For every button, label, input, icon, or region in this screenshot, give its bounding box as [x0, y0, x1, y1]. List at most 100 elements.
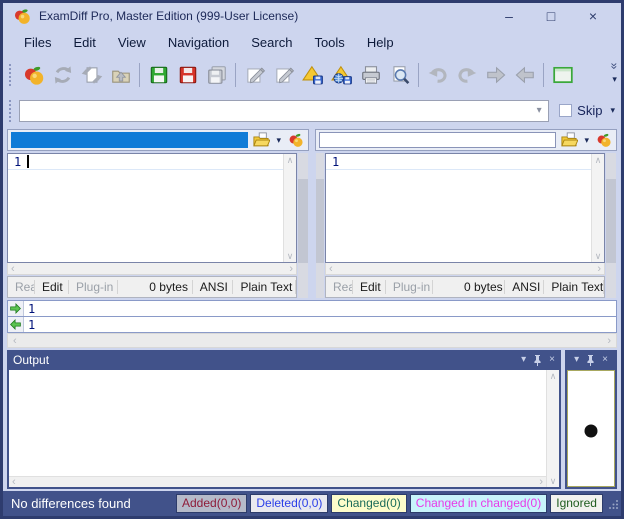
right-editor-vscrollbar[interactable]: ∧ ∨	[591, 154, 604, 262]
toolbar-overflow-button[interactable]: » ▾	[612, 60, 617, 84]
save-differences-button[interactable]	[298, 61, 327, 89]
scroll-left-icon[interactable]: ‹	[11, 264, 15, 274]
left-file-size: 0 bytes	[142, 280, 193, 294]
second-file-line-text[interactable]: 1	[24, 318, 616, 332]
scroll-down-icon[interactable]: ∨	[287, 250, 294, 262]
menu-navigation[interactable]: Navigation	[157, 31, 240, 54]
scroll-up-icon[interactable]: ∧	[595, 154, 602, 166]
pin-icon[interactable]	[586, 355, 595, 366]
right-compare-button[interactable]	[595, 132, 613, 148]
copy-to-left-button[interactable]	[8, 317, 24, 332]
scroll-down-icon[interactable]: ∨	[595, 250, 602, 262]
menu-edit[interactable]: Edit	[62, 31, 106, 54]
panel-menu-icon[interactable]: ▾	[574, 355, 579, 365]
panel-menu-icon[interactable]: ▾	[521, 355, 526, 365]
edit-second-button[interactable]	[269, 61, 298, 89]
menu-files[interactable]: Files	[13, 31, 62, 54]
open-folder-up-icon	[110, 64, 132, 86]
right-format: Plain Text	[544, 280, 604, 294]
output-hscrollbar[interactable]: ‹ ›	[9, 476, 546, 487]
left-editor[interactable]: 1 ∧ ∨	[7, 153, 297, 263]
right-editor-hscrollbar[interactable]: ‹ ›	[325, 263, 605, 275]
swap-recompare-icon	[81, 64, 103, 86]
left-browse-dropdown-icon[interactable]: ▾	[274, 135, 283, 146]
panel-close-icon[interactable]: ×	[549, 355, 555, 365]
left-editor-vscrollbar[interactable]: ∧ ∨	[283, 154, 296, 262]
right-browse-button[interactable]	[560, 132, 578, 148]
diff-area: ▾ 1 ∧ ∨	[3, 127, 621, 298]
filter-toolbar-grip[interactable]	[9, 100, 13, 122]
close-icon[interactable]: ×	[585, 8, 601, 24]
edit-first-button[interactable]	[240, 61, 269, 89]
scroll-left-icon[interactable]: ‹	[12, 477, 16, 487]
swap-recompare-button[interactable]	[77, 61, 106, 89]
left-editor-hscrollbar[interactable]: ‹ ›	[7, 263, 297, 275]
scroll-left-icon[interactable]: ‹	[13, 336, 17, 346]
compare-button[interactable]	[19, 61, 48, 89]
scroll-right-icon[interactable]: ›	[289, 264, 293, 274]
panel-close-icon[interactable]: ×	[602, 355, 608, 365]
badge-changed-in-changed[interactable]: Changed in changed(0)	[410, 494, 547, 513]
show-panels-button[interactable]	[548, 61, 577, 89]
save-second-button[interactable]	[173, 61, 202, 89]
line-inspector-hscrollbar[interactable]: ‹ ›	[7, 333, 617, 348]
redo-button[interactable]	[452, 61, 481, 89]
badge-changed[interactable]: Changed(0)	[331, 494, 406, 513]
right-plugin-toggle[interactable]: Plug-in	[386, 280, 433, 294]
previous-difference-button[interactable]	[510, 61, 539, 89]
filter-toolbar: ▾ Skip ▾	[3, 94, 621, 127]
menu-tools[interactable]: Tools	[303, 31, 355, 54]
toolbar-grip[interactable]	[9, 64, 13, 86]
undo-button[interactable]	[423, 61, 452, 89]
maximize-icon[interactable]: □	[543, 8, 559, 24]
left-diff-map[interactable]	[298, 153, 308, 298]
open-files-button[interactable]	[106, 61, 135, 89]
left-path-field[interactable]	[11, 132, 248, 148]
save-differences-html-button[interactable]	[327, 61, 356, 89]
save-both-button[interactable]	[202, 61, 231, 89]
left-line-number: 1	[14, 155, 21, 169]
scroll-right-icon[interactable]: ›	[539, 477, 543, 487]
badge-added[interactable]: Added(0,0)	[176, 494, 247, 513]
right-edit-toggle[interactable]: Edit	[353, 280, 386, 294]
badge-deleted[interactable]: Deleted(0,0)	[250, 494, 328, 513]
minimize-icon[interactable]: –	[501, 8, 517, 24]
skip-dropdown-icon[interactable]: ▾	[608, 105, 621, 116]
right-browse-dropdown-icon[interactable]: ▾	[582, 135, 591, 146]
scroll-up-icon[interactable]: ∧	[550, 370, 557, 382]
right-editor[interactable]: 1 ∧ ∨	[325, 153, 605, 263]
refresh-button[interactable]	[48, 61, 77, 89]
filter-combobox[interactable]: ▾	[19, 100, 549, 122]
first-file-line-text[interactable]: 1	[24, 302, 616, 316]
left-readonly-toggle[interactable]: Read	[8, 280, 35, 294]
print-preview-button[interactable]	[385, 61, 414, 89]
pin-icon[interactable]	[533, 355, 542, 366]
scroll-up-icon[interactable]: ∧	[287, 154, 294, 166]
right-diff-map[interactable]	[606, 153, 616, 298]
scroll-right-icon[interactable]: ›	[597, 264, 601, 274]
scroll-right-icon[interactable]: ›	[607, 336, 611, 346]
save-first-button[interactable]	[144, 61, 173, 89]
menu-search[interactable]: Search	[240, 31, 303, 54]
left-compare-button[interactable]	[287, 132, 305, 148]
resize-grip-icon[interactable]	[609, 496, 619, 514]
combo-dropdown-icon[interactable]: ▾	[530, 105, 548, 116]
output-vscrollbar[interactable]: ∧ ∨	[546, 370, 559, 487]
left-browse-button[interactable]	[252, 132, 270, 148]
left-format: Plain Text	[233, 280, 296, 294]
left-edit-toggle[interactable]: Edit	[35, 280, 69, 294]
menu-view[interactable]: View	[107, 31, 157, 54]
right-diff-map-left[interactable]	[316, 153, 324, 298]
scroll-left-icon[interactable]: ‹	[329, 264, 333, 274]
menu-help[interactable]: Help	[356, 31, 405, 54]
print-button[interactable]	[356, 61, 385, 89]
copy-to-right-button[interactable]	[8, 301, 24, 316]
badge-ignored[interactable]: Ignored	[550, 494, 603, 513]
left-plugin-toggle[interactable]: Plug-in	[69, 280, 118, 294]
next-difference-button[interactable]	[481, 61, 510, 89]
right-readonly-toggle[interactable]: Read	[326, 280, 353, 294]
scroll-down-icon[interactable]: ∨	[550, 475, 557, 487]
right-line-number: 1	[332, 155, 339, 169]
skip-checkbox[interactable]	[559, 104, 572, 117]
right-path-field[interactable]	[319, 132, 556, 148]
